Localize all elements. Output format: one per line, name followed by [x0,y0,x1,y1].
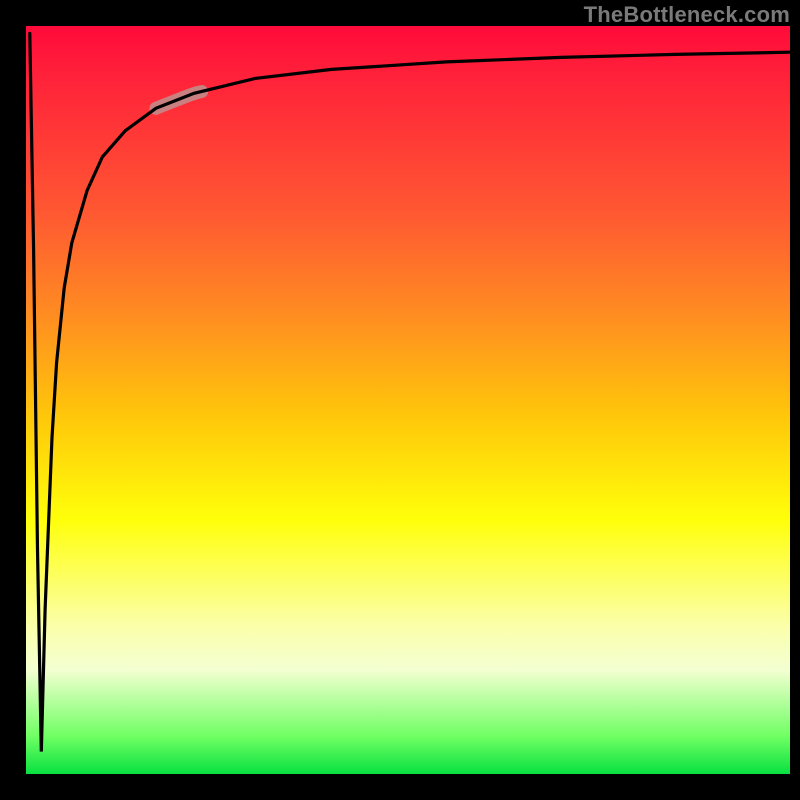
watermark-text: TheBottleneck.com [584,2,790,28]
chart-figure: TheBottleneck.com [0,0,800,800]
bottleneck-curve [30,34,790,752]
curve-layer [26,26,790,774]
